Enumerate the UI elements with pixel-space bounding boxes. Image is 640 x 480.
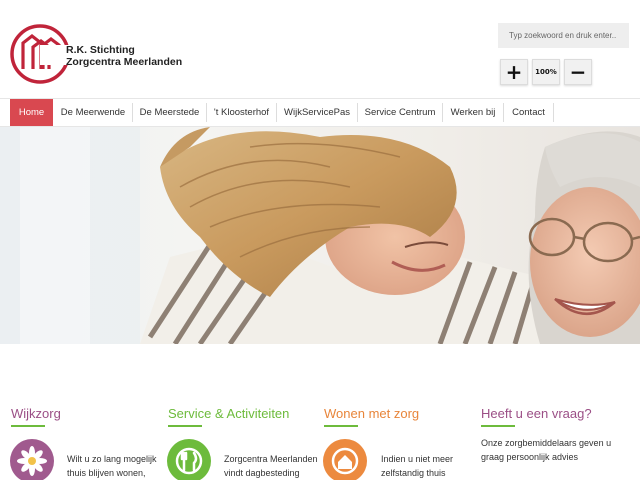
column-text-line: zelfstandig thuis xyxy=(381,468,446,478)
nav-item-kloosterhof[interactable]: 't Kloosterhof xyxy=(207,99,276,126)
column-underline xyxy=(11,425,45,427)
column-underline xyxy=(324,425,358,427)
column-title-vraag[interactable]: Heeft u een vraag? xyxy=(481,406,592,421)
column-title-service[interactable]: Service & Activiteiten xyxy=(168,406,289,421)
hero-image xyxy=(0,127,640,344)
search-input[interactable] xyxy=(498,23,629,48)
column-text-line: Wilt u zo lang mogelijk xyxy=(67,454,157,464)
column-title-label: Wijkzorg xyxy=(11,406,61,421)
column-underline xyxy=(481,425,515,427)
column-text-line: Onze zorgbemiddelaars geven u xyxy=(481,438,612,448)
fork-knife-icon[interactable] xyxy=(167,439,211,480)
zoom-in-button[interactable]: + xyxy=(500,59,528,85)
house-icon[interactable] xyxy=(323,439,367,480)
column-text-service: Zorgcentra Meerlanden vindt dagbesteding xyxy=(224,452,318,480)
column-title-label: Wonen met zorg xyxy=(324,406,420,421)
column-text-vraag: Onze zorgbemiddelaars geven u graag pers… xyxy=(481,436,611,464)
nav-item-werken-bij[interactable]: Werken bij xyxy=(443,99,503,126)
main-nav: Home De Meerwende De Meerstede 't Kloost… xyxy=(0,98,640,127)
column-text-line: Indien u niet meer xyxy=(381,454,454,464)
column-text-wonen: Indien u niet meer zelfstandig thuis xyxy=(381,452,453,480)
flower-icon[interactable] xyxy=(10,439,54,480)
column-title-label: Heeft u een vraag? xyxy=(481,406,592,421)
column-text-line: graag persoonlijk advies xyxy=(481,452,579,462)
column-underline xyxy=(168,425,202,427)
column-title-label: Service & Activiteiten xyxy=(168,406,290,421)
brand-name[interactable]: R.K. Stichting Zorgcentra Meerlanden xyxy=(66,44,182,68)
hero-photo xyxy=(0,127,640,344)
nav-item-contact[interactable]: Contact xyxy=(504,99,553,126)
minus-icon: − xyxy=(569,60,587,84)
column-title-wonen[interactable]: Wonen met zorg xyxy=(324,406,419,421)
site-header: R.K. Stichting Zorgcentra Meerlanden + 1… xyxy=(0,0,640,98)
column-title-wijkzorg[interactable]: Wijkzorg xyxy=(11,406,61,421)
nav-item-de-meerwende[interactable]: De Meerwende xyxy=(54,99,132,126)
nav-item-home[interactable]: Home xyxy=(10,99,53,126)
column-text-wijkzorg: Wilt u zo lang mogelijk thuis blijven wo… xyxy=(67,452,157,480)
plus-icon: + xyxy=(505,60,523,84)
nav-item-de-meerstede[interactable]: De Meerstede xyxy=(133,99,206,126)
nav-divider xyxy=(553,103,554,122)
zoom-reset-button[interactable]: 100% xyxy=(532,59,560,85)
column-text-line: Zorgcentra Meerlanden xyxy=(224,454,318,464)
brand-line-1: R.K. Stichting xyxy=(66,44,135,56)
zoom-reset-label: 100% xyxy=(535,68,557,76)
brand-line-2: Zorgcentra Meerlanden xyxy=(66,56,183,68)
nav-item-wijkservicepas[interactable]: WijkServicePas xyxy=(277,99,357,126)
column-text-line: thuis blijven wonen, xyxy=(67,468,146,478)
zoom-out-button[interactable]: − xyxy=(564,59,592,85)
column-text-line: vindt dagbesteding xyxy=(224,468,300,478)
nav-item-service-centrum[interactable]: Service Centrum xyxy=(358,99,442,126)
logo-icon[interactable] xyxy=(10,23,70,85)
